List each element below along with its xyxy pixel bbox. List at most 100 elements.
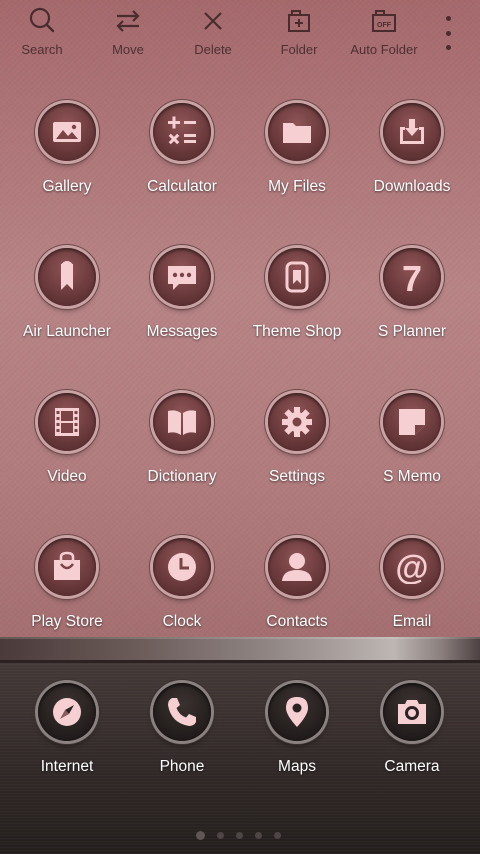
dock-icon-frame [268,683,326,741]
app-icon-frame [153,248,211,306]
app-label: Gallery [42,178,92,195]
app-label: Clock [162,613,202,630]
auto-folder-badge: OFF [377,22,392,29]
app-icon-frame [153,103,211,161]
app-icon-frame [153,393,211,451]
move-icon [116,10,140,32]
search-label: Search [21,42,63,57]
phone-icon [168,698,196,726]
app-contacts[interactable]: Contacts [242,538,352,638]
app-icon-frame [268,103,326,161]
app-label: Downloads [373,178,451,195]
dock-maps[interactable]: Maps [242,683,352,783]
app-air-launcher[interactable]: Air Launcher [12,248,122,348]
gear-icon [282,407,312,437]
move-label: Move [112,42,144,57]
app-label: My Files [268,178,326,195]
page-indicator[interactable] [196,831,281,840]
app-label: Contacts [266,613,328,630]
app-label: S Memo [383,468,441,485]
auto-folder-icon: OFF [372,10,396,32]
more-vertical-icon[interactable] [440,16,456,50]
app-icon-frame: 7 [383,248,441,306]
page-dot[interactable] [255,832,262,839]
map-pin-icon [286,697,308,727]
dock-label: Camera [384,758,440,775]
page-dot[interactable] [236,832,243,839]
app-label: Video [47,468,87,485]
dock-internet[interactable]: Internet [12,683,122,783]
clock-icon [168,553,196,581]
camera-icon [398,700,426,724]
message-icon [168,266,196,290]
folder-add-icon [288,10,310,32]
folder-icon [283,123,311,143]
app-icon-frame [383,103,441,161]
theme-shop-icon [285,261,309,293]
app-theme-shop[interactable]: Theme Shop [242,248,352,348]
dock-icon-frame [38,683,96,741]
auto-folder-button[interactable]: OFF Auto Folder [346,6,422,62]
book-icon [168,410,196,435]
app-icon-frame [38,248,96,306]
app-icon-frame [38,103,96,161]
download-icon [400,119,424,144]
app-email[interactable]: @ Email [357,538,467,638]
app-s-memo[interactable]: S Memo [357,393,467,493]
calculator-icon [168,116,196,145]
folder-button[interactable]: Folder [275,6,323,62]
dock-phone[interactable]: Phone [127,683,237,783]
page-dot[interactable] [217,832,224,839]
app-icon-frame: @ [383,538,441,596]
delete-label: Delete [194,42,232,57]
page-dot[interactable] [274,832,281,839]
app-icon-frame [268,393,326,451]
bookmark-icon [61,261,73,290]
dock-icon-frame [383,683,441,741]
app-downloads[interactable]: Downloads [357,103,467,203]
app-icon-frame [383,393,441,451]
app-icon-frame [268,538,326,596]
delete-button[interactable]: Delete [189,6,237,62]
app-clock[interactable]: Clock [127,538,237,638]
memo-icon [399,409,425,435]
dock-label: Maps [278,758,316,775]
app-messages[interactable]: Messages [127,248,237,348]
app-label: Theme Shop [252,323,342,340]
app-label: Messages [146,323,218,340]
dock-label: Phone [159,758,205,775]
app-dictionary[interactable]: Dictionary [127,393,237,493]
app-label: Air Launcher [23,323,111,340]
app-video[interactable]: Video [12,393,122,493]
app-s-planner[interactable]: 7 S Planner [357,248,467,348]
person-icon [282,553,312,581]
app-my-files[interactable]: My Files [242,103,352,203]
dock-label: Internet [40,758,94,775]
app-label: Play Store [31,613,103,630]
app-icon-frame [38,393,96,451]
app-play-store[interactable]: Play Store [12,538,122,638]
app-icon-frame [153,538,211,596]
close-icon [204,12,222,30]
app-icon-frame [268,248,326,306]
page-dot[interactable] [196,831,205,840]
dock-icon-frame [153,683,211,741]
dock-camera[interactable]: Camera [357,683,467,783]
app-settings[interactable]: Settings [242,393,352,493]
app-label: Email [392,613,432,630]
at-icon: @ [395,550,428,584]
dock-separator [0,637,480,663]
app-label: Dictionary [147,468,217,485]
drawer-toolbar: Search Move Delete Folder OFF Auto Folde… [0,0,480,66]
move-button[interactable]: Move [104,6,152,62]
email-glyph: @ [395,550,428,584]
shopping-bag-icon [54,551,80,580]
search-button[interactable]: Search [18,6,66,62]
app-label: Calculator [147,178,217,195]
app-gallery[interactable]: Gallery [12,103,122,203]
app-label: S Planner [377,323,447,340]
app-calculator[interactable]: Calculator [127,103,237,203]
folder-label: Folder [280,42,318,57]
film-icon [55,408,79,436]
gallery-icon [53,122,81,142]
